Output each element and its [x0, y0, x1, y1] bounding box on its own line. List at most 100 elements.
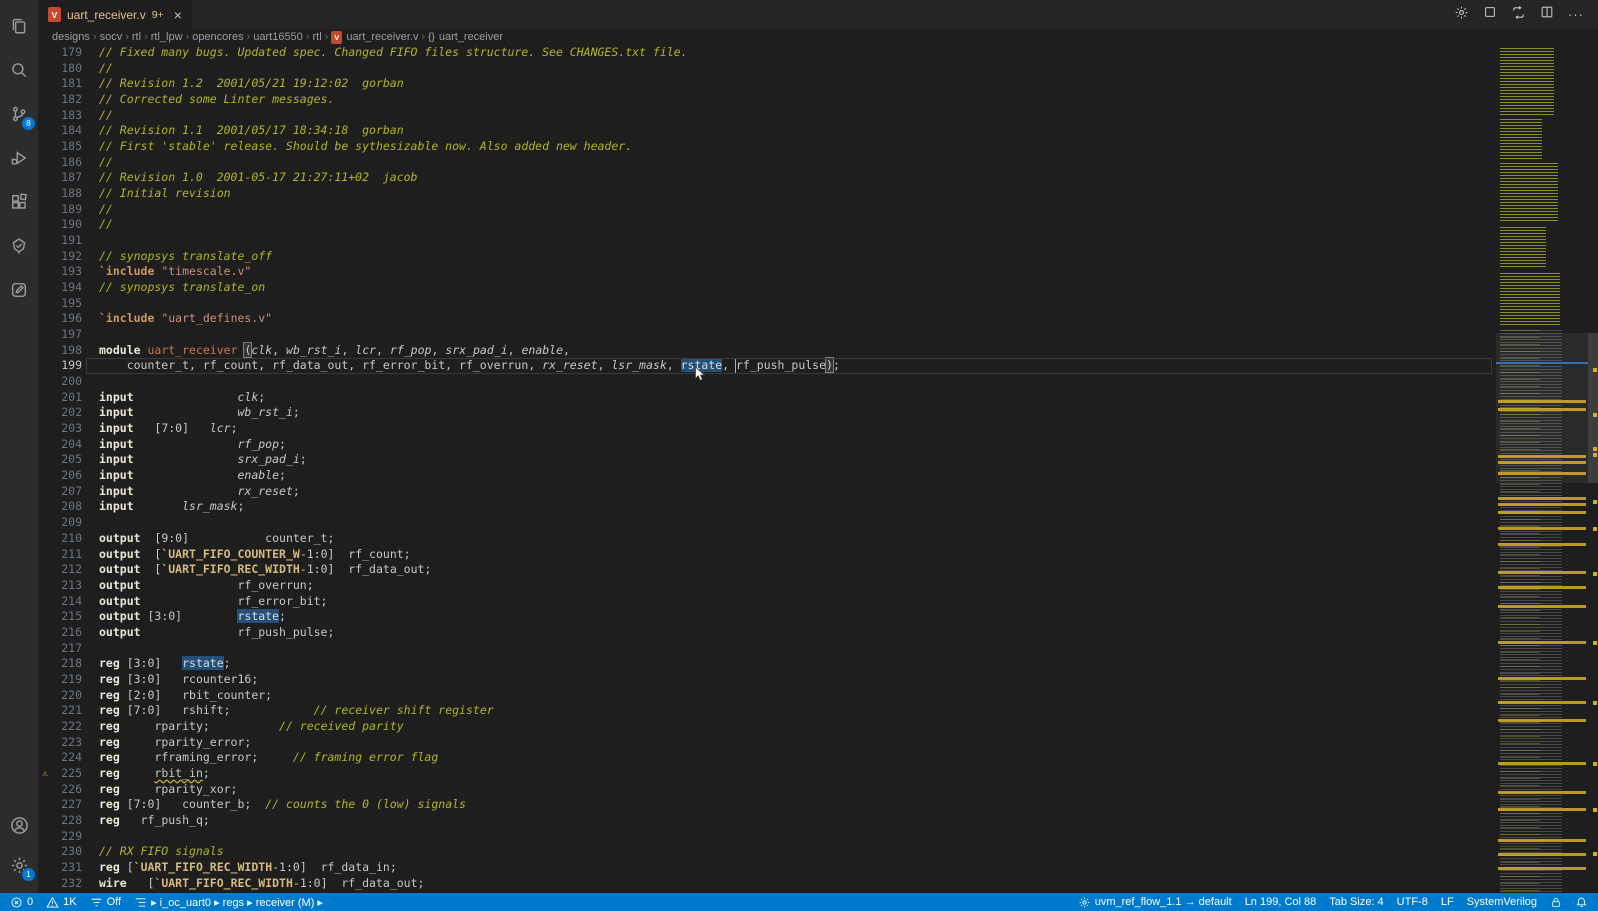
code-line-190[interactable]: 190//: [38, 217, 1496, 233]
line-number[interactable]: 194: [52, 280, 82, 296]
code-line-221[interactable]: 221reg [7:0] rshift; // receiver shift r…: [38, 703, 1496, 719]
line-number[interactable]: 195: [52, 296, 82, 312]
line-number[interactable]: 179: [52, 45, 82, 61]
code-line-218[interactable]: 218reg [3:0] rstate;: [38, 656, 1496, 672]
code-line-212[interactable]: 212output [`UART_FIFO_REC_WIDTH-1:0] rf_…: [38, 562, 1496, 578]
line-number[interactable]: 190: [52, 217, 82, 233]
status-item-filter[interactable]: Off: [90, 896, 121, 909]
code-line-226[interactable]: 226reg rparity_xor;: [38, 782, 1496, 798]
breadcrumb-item-uart16550[interactable]: uart16550: [253, 31, 303, 43]
line-number[interactable]: 182: [52, 92, 82, 108]
source-control-icon[interactable]: 8: [0, 94, 38, 134]
code-line-211[interactable]: 211output [`UART_FIFO_COUNTER_W-1:0] rf_…: [38, 547, 1496, 563]
code-line-200[interactable]: 200: [38, 374, 1496, 390]
code-line-222[interactable]: 222reg rparity; // received parity: [38, 719, 1496, 735]
line-number[interactable]: 198: [52, 343, 82, 359]
line-number[interactable]: 216: [52, 625, 82, 641]
code-line-182[interactable]: 182// Corrected some Linter messages.: [38, 92, 1496, 108]
code-line-186[interactable]: 186//: [38, 155, 1496, 171]
code-line-204[interactable]: 204input rf_pop;: [38, 437, 1496, 453]
minimap[interactable]: [1496, 45, 1588, 893]
status-item-error[interactable]: 0: [10, 896, 33, 909]
notebook-edit-icon[interactable]: [0, 270, 38, 310]
explorer-icon[interactable]: [0, 6, 38, 46]
status-item-list-tree[interactable]: ▸ i_oc_uart0 ▸ regs ▸ receiver (M) ▸: [134, 896, 323, 909]
toggle-changes-icon[interactable]: [1511, 5, 1526, 25]
line-number[interactable]: 186: [52, 155, 82, 171]
line-number[interactable]: 185: [52, 139, 82, 155]
line-number[interactable]: 187: [52, 170, 82, 186]
status-item-warning[interactable]: 1K: [46, 896, 76, 909]
code-line-232[interactable]: 232wire [`UART_FIFO_REC_WIDTH-1:0] rf_da…: [38, 876, 1496, 892]
code-line-223[interactable]: 223reg rparity_error;: [38, 735, 1496, 751]
code-line-194[interactable]: 194// synopsys translate_on: [38, 280, 1496, 296]
code-line-197[interactable]: 197: [38, 327, 1496, 343]
line-number[interactable]: 192: [52, 249, 82, 265]
line-number[interactable]: 191: [52, 233, 82, 249]
status-item-lock[interactable]: [1550, 896, 1562, 909]
line-number[interactable]: 207: [52, 484, 82, 500]
settings-gear-icon[interactable]: 1: [0, 845, 38, 885]
line-number[interactable]: 203: [52, 421, 82, 437]
breadcrumb-item-opencores[interactable]: opencores: [192, 31, 243, 43]
line-number[interactable]: 213: [52, 578, 82, 594]
code-line-185[interactable]: 185// First 'stable' release. Should be …: [38, 139, 1496, 155]
status-item-text-right-2[interactable]: Tab Size: 4: [1329, 896, 1383, 908]
status-item-gear[interactable]: uvm_ref_flow_1.1 → default: [1078, 896, 1232, 909]
line-number[interactable]: 204: [52, 437, 82, 453]
code-line-195[interactable]: 195: [38, 296, 1496, 312]
code-line-196[interactable]: 196`include "uart_defines.v": [38, 311, 1496, 327]
code-line-219[interactable]: 219reg [3:0] rcounter16;: [38, 672, 1496, 688]
line-number[interactable]: 196: [52, 311, 82, 327]
breadcrumb-item-rtl[interactable]: rtl: [132, 31, 141, 43]
line-number[interactable]: 232: [52, 876, 82, 892]
line-number[interactable]: 202: [52, 405, 82, 421]
line-number[interactable]: 226: [52, 782, 82, 798]
code-line-208[interactable]: 208input lsr_mask;: [38, 499, 1496, 515]
line-number[interactable]: 209: [52, 515, 82, 531]
line-number[interactable]: 188: [52, 186, 82, 202]
code-line-220[interactable]: 220reg [2:0] rbit_counter;: [38, 688, 1496, 704]
line-number[interactable]: 208: [52, 499, 82, 515]
code-line-214[interactable]: 214output rf_error_bit;: [38, 594, 1496, 610]
code-line-207[interactable]: 207input rx_reset;: [38, 484, 1496, 500]
line-number[interactable]: 210: [52, 531, 82, 547]
code-line-181[interactable]: 181// Revision 1.2 2001/05/21 19:12:02 g…: [38, 76, 1496, 92]
run-debug-icon[interactable]: [0, 138, 38, 178]
more-actions-icon[interactable]: ···: [1568, 7, 1584, 22]
breadcrumb-item-designs[interactable]: designs: [52, 31, 90, 43]
line-number[interactable]: 181: [52, 76, 82, 92]
search-icon[interactable]: [0, 50, 38, 90]
breadcrumb-item-uart_receiver.v[interactable]: Vuart_receiver.v: [331, 31, 418, 44]
line-number[interactable]: 205: [52, 452, 82, 468]
code-line-228[interactable]: 228reg rf_push_q;: [38, 813, 1496, 829]
tab-uart-receiver[interactable]: V uart_receiver.v 9+ ×: [38, 0, 192, 29]
code-line-193[interactable]: 193`include "timescale.v": [38, 264, 1496, 280]
line-number[interactable]: 201: [52, 390, 82, 406]
code-line-179[interactable]: 179// Fixed many bugs. Updated spec. Cha…: [38, 45, 1496, 61]
code-line-225[interactable]: ⚠225reg rbit_in;: [38, 766, 1496, 782]
line-number[interactable]: 222: [52, 719, 82, 735]
testing-icon[interactable]: [0, 226, 38, 266]
code-line-201[interactable]: 201input clk;: [38, 390, 1496, 406]
code-line-198[interactable]: 198module uart_receiver (clk, wb_rst_i, …: [38, 343, 1496, 359]
code-line-229[interactable]: 229: [38, 829, 1496, 845]
code-line-187[interactable]: 187// Revision 1.0 2001-05-17 21:27:11+0…: [38, 170, 1496, 186]
code-line-191[interactable]: 191: [38, 233, 1496, 249]
status-item-text-right-4[interactable]: LF: [1441, 896, 1454, 908]
vertical-scrollbar[interactable]: [1588, 45, 1598, 893]
line-number[interactable]: 215: [52, 609, 82, 625]
code-editor[interactable]: 179// Fixed many bugs. Updated spec. Cha…: [38, 45, 1496, 893]
code-line-199[interactable]: 199 counter_t, rf_count, rf_data_out, rf…: [38, 358, 1496, 374]
line-number[interactable]: 223: [52, 735, 82, 751]
line-number[interactable]: 230: [52, 844, 82, 860]
code-line-188[interactable]: 188// Initial revision: [38, 186, 1496, 202]
line-number[interactable]: 211: [52, 547, 82, 563]
line-number[interactable]: 184: [52, 123, 82, 139]
line-number[interactable]: 189: [52, 202, 82, 218]
code-line-216[interactable]: 216output rf_push_pulse;: [38, 625, 1496, 641]
code-line-189[interactable]: 189//: [38, 202, 1496, 218]
code-line-203[interactable]: 203input [7:0] lcr;: [38, 421, 1496, 437]
line-number[interactable]: 206: [52, 468, 82, 484]
run-settings-gear-icon[interactable]: [1454, 5, 1469, 25]
